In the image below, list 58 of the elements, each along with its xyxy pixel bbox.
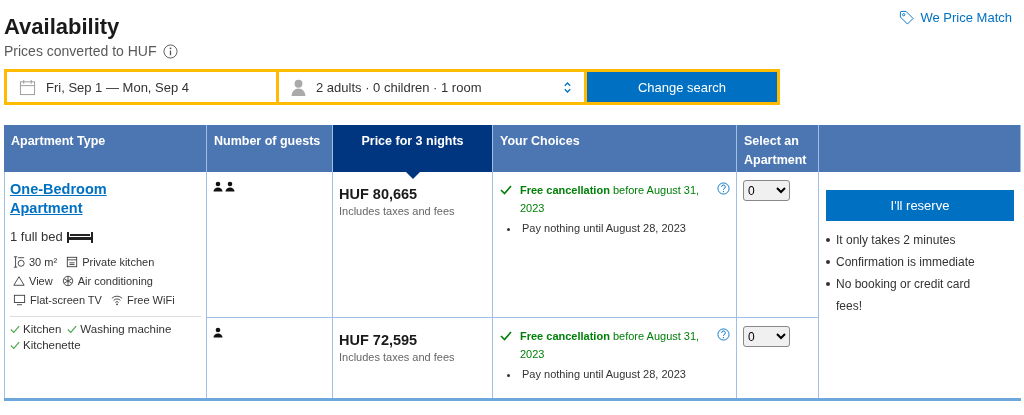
price-match-link[interactable]: We Price Match bbox=[899, 10, 1012, 25]
column-header: Your Choices bbox=[500, 134, 580, 148]
check-icon bbox=[500, 331, 512, 341]
quantity-select[interactable]: 0 bbox=[743, 180, 790, 201]
benefit-item: No booking or credit card fees! bbox=[836, 276, 972, 315]
facility-label: Flat-screen TV bbox=[30, 294, 102, 306]
facility-label: Air conditioning bbox=[77, 275, 153, 287]
price-note: Includes taxes and fees bbox=[339, 205, 456, 217]
benefit-item: Confirmation is immediate bbox=[836, 254, 975, 271]
date-field[interactable]: Fri, Sep 1 — Mon, Sep 4 bbox=[7, 72, 276, 102]
section-title: Availability bbox=[4, 14, 121, 40]
bullet-icon bbox=[826, 260, 830, 264]
facility-label: 30 m² bbox=[29, 256, 58, 268]
payment-note: Pay nothing until August 28, 2023 bbox=[522, 222, 686, 234]
snowflake-icon bbox=[61, 275, 74, 287]
quantity-select[interactable]: 0 bbox=[743, 326, 790, 347]
column-header: Apartment Type bbox=[11, 134, 106, 148]
facility-label: Free WiFi bbox=[126, 294, 175, 306]
column-header: Price for 3 nights bbox=[361, 134, 464, 148]
calendar-icon bbox=[19, 78, 36, 96]
bullet-icon bbox=[507, 374, 510, 377]
help-icon[interactable] bbox=[717, 328, 730, 341]
mountain-icon bbox=[13, 275, 25, 287]
wifi-icon bbox=[110, 294, 123, 306]
help-icon[interactable] bbox=[717, 182, 730, 195]
bullet-icon bbox=[507, 228, 510, 231]
price: HUF 80,665 bbox=[339, 186, 419, 202]
oven-icon bbox=[66, 256, 79, 268]
amenity-label: Kitchen bbox=[23, 323, 62, 335]
check-icon bbox=[500, 185, 512, 195]
person-icon bbox=[291, 78, 306, 96]
bullet-icon bbox=[826, 238, 830, 242]
payment-note: Pay nothing until August 28, 2023 bbox=[522, 368, 686, 380]
room-name-link[interactable]: One-Bedroom Apartment bbox=[10, 180, 130, 218]
currency-note: Prices converted to HUF bbox=[4, 43, 157, 59]
check-icon bbox=[67, 324, 78, 334]
cancellation-policy: Free cancellation before August 31, 2023 bbox=[520, 329, 701, 362]
amenity-label: Washing machine bbox=[80, 323, 172, 335]
occupancy-field[interactable]: 2 adults · 0 children · 1 room bbox=[279, 72, 584, 102]
cancellation-policy: Free cancellation before August 31, 2023 bbox=[520, 183, 701, 216]
tv-icon bbox=[13, 294, 26, 306]
facility-label: Private kitchen bbox=[82, 256, 155, 268]
up-down-caret-icon bbox=[563, 80, 572, 94]
price-note: Includes taxes and fees bbox=[339, 351, 456, 363]
column-header: Select an Apartment bbox=[744, 134, 807, 167]
column-header: Number of guests bbox=[214, 134, 321, 148]
reserve-button[interactable]: I'll reserve bbox=[826, 190, 1014, 221]
info-icon[interactable] bbox=[162, 43, 178, 59]
price: HUF 72,595 bbox=[339, 332, 419, 348]
tag-icon bbox=[899, 10, 915, 25]
bed-info: 1 full bed bbox=[10, 229, 63, 244]
ruler-icon bbox=[13, 256, 25, 268]
facility-label: View bbox=[29, 275, 53, 287]
change-search-button[interactable]: Change search bbox=[587, 72, 777, 102]
amenity-label: Kitchenette bbox=[23, 339, 81, 351]
benefit-item: It only takes 2 minutes bbox=[836, 232, 956, 249]
bed-icon bbox=[66, 230, 93, 243]
bullet-icon bbox=[826, 282, 830, 286]
